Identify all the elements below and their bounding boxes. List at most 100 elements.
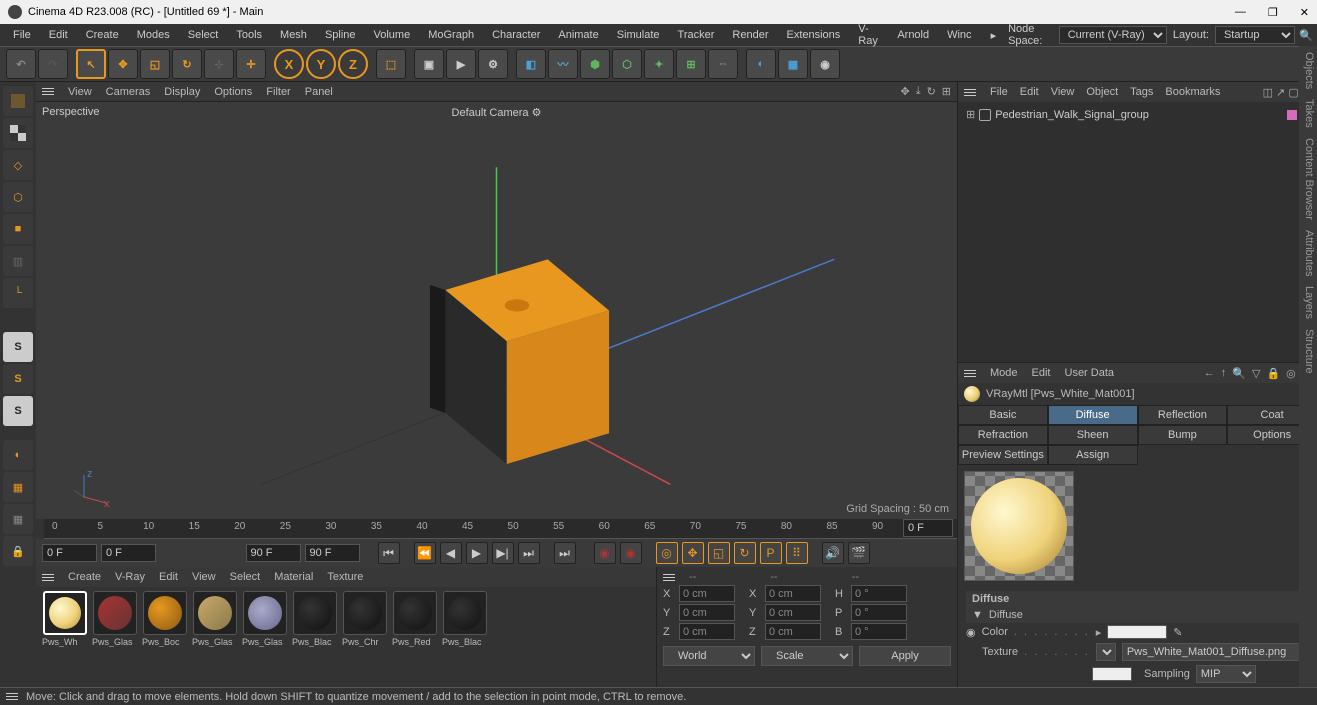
size-x[interactable]: [765, 585, 821, 602]
coord-z[interactable]: [679, 623, 735, 640]
mat-menu-texture[interactable]: Texture: [327, 571, 363, 583]
menu-winc[interactable]: Winc: [938, 26, 980, 44]
obj-menu-bookmarks[interactable]: Bookmarks: [1165, 86, 1220, 98]
live-select-tool[interactable]: ↖: [76, 49, 106, 79]
scale-tool[interactable]: ◱: [140, 49, 170, 79]
frame-field-3[interactable]: [246, 544, 301, 562]
material-swatch[interactable]: Pws_Glas: [192, 591, 238, 683]
close-button[interactable]: ✕: [1300, 6, 1309, 19]
size-y[interactable]: [765, 604, 821, 621]
rot-b[interactable]: [851, 623, 907, 640]
tab-preview-settings[interactable]: Preview Settings: [958, 445, 1048, 465]
menu-mesh[interactable]: Mesh: [271, 26, 316, 44]
key-pla[interactable]: P: [760, 542, 782, 564]
snap-s1[interactable]: S: [3, 332, 33, 362]
sidetab-content-browser[interactable]: Content Browser: [1301, 138, 1315, 220]
material-swatch[interactable]: Pws_Red: [392, 591, 438, 683]
obj-menu-edit[interactable]: Edit: [1020, 86, 1039, 98]
polygon-mode[interactable]: ■: [3, 214, 33, 244]
menu-v-ray[interactable]: V-Ray: [849, 20, 888, 50]
key-param[interactable]: ↻: [734, 542, 756, 564]
menu-select[interactable]: Select: [179, 26, 228, 44]
nav-back[interactable]: ←: [1204, 367, 1215, 380]
node-space-dropdown[interactable]: Current (V-Ray): [1059, 26, 1167, 44]
vp-icon-1[interactable]: ✥: [900, 85, 909, 98]
next-frame[interactable]: ▶|: [492, 542, 514, 564]
menu-render[interactable]: Render: [723, 26, 777, 44]
diffuse-color[interactable]: [1107, 625, 1167, 639]
size-z[interactable]: [765, 623, 821, 640]
vp-menu-cameras[interactable]: Cameras: [106, 86, 151, 98]
mat-menu-view[interactable]: View: [192, 571, 216, 583]
coord-x[interactable]: [679, 585, 735, 602]
mat-menu-select[interactable]: Select: [230, 571, 261, 583]
obj-menu-file[interactable]: File: [990, 86, 1008, 98]
rot-p[interactable]: [851, 604, 907, 621]
menu-arnold[interactable]: Arnold: [888, 26, 938, 44]
mat-menu-edit[interactable]: Edit: [159, 571, 178, 583]
frame-field-2[interactable]: [101, 544, 156, 562]
material-swatch[interactable]: Pws_Glas: [242, 591, 288, 683]
search-icon[interactable]: 🔍: [1299, 29, 1313, 42]
render-picture[interactable]: ▶: [446, 49, 476, 79]
goto-next-key[interactable]: ⏭: [518, 542, 540, 564]
camera-tool[interactable]: ▦: [778, 49, 808, 79]
vp-icon-3[interactable]: ↻: [927, 85, 936, 98]
y-axis-toggle[interactable]: Y: [306, 49, 336, 79]
environment[interactable]: ◐: [746, 49, 776, 79]
x-axis-toggle[interactable]: X: [274, 49, 304, 79]
menu-tracker[interactable]: Tracker: [669, 26, 724, 44]
z-axis-toggle[interactable]: Z: [338, 49, 368, 79]
spline-primitive[interactable]: 〰: [548, 49, 578, 79]
obj-menu-tags[interactable]: Tags: [1130, 86, 1153, 98]
material-swatch[interactable]: Pws_Glas: [92, 591, 138, 683]
attr-menu-mode[interactable]: Mode: [990, 367, 1018, 379]
uv-mode[interactable]: ▥: [3, 246, 33, 276]
mat-menu-material[interactable]: Material: [274, 571, 313, 583]
tab-diffuse[interactable]: Diffuse: [1048, 405, 1138, 425]
snap-s2[interactable]: S: [3, 364, 33, 394]
sidetab-layers[interactable]: Layers: [1301, 286, 1315, 319]
layout-dropdown[interactable]: Startup: [1215, 26, 1295, 44]
tab-refraction[interactable]: Refraction: [958, 425, 1048, 445]
workplane-btn[interactable]: ◐: [3, 440, 33, 470]
obj-hamburger[interactable]: [964, 89, 976, 96]
nav-lock[interactable]: 🔒: [1266, 367, 1280, 380]
coord-scale[interactable]: Scale: [761, 646, 853, 666]
snap-grid2[interactable]: ▦: [3, 504, 33, 534]
render-settings[interactable]: ⚙: [478, 49, 508, 79]
generator[interactable]: ⬢: [580, 49, 610, 79]
material-swatch[interactable]: Pws_Wh: [42, 591, 88, 683]
key-pos[interactable]: ◎: [656, 542, 678, 564]
menu-create[interactable]: Create: [77, 26, 128, 44]
cube-primitive[interactable]: ◧: [516, 49, 546, 79]
material-swatch[interactable]: Pws_Blac: [292, 591, 338, 683]
nav-new[interactable]: ◎: [1286, 367, 1296, 380]
rot-h[interactable]: [851, 585, 907, 602]
timeline-ruler[interactable]: 051015202530354045505560657075808590: [44, 519, 957, 539]
snap-s3[interactable]: S: [3, 396, 33, 426]
goto-prev-key[interactable]: ⏪: [414, 542, 436, 564]
snap-grid[interactable]: ▦: [3, 472, 33, 502]
menu-spline[interactable]: Spline: [316, 26, 365, 44]
apply-button[interactable]: Apply: [859, 646, 951, 666]
hamburger-icon[interactable]: [42, 88, 54, 95]
light-tool[interactable]: ◉: [810, 49, 840, 79]
mograph[interactable]: ⊞: [676, 49, 706, 79]
attr-menu-user-data[interactable]: User Data: [1065, 367, 1115, 379]
recent-tool[interactable]: ⊹: [204, 49, 234, 79]
play[interactable]: ▶: [466, 542, 488, 564]
mat-hamburger[interactable]: [42, 574, 54, 581]
object-tree[interactable]: ⊞ Pedestrian_Walk_Signal_group ⠿: [958, 102, 1317, 362]
frame-field-4[interactable]: [305, 544, 360, 562]
menu-character[interactable]: Character: [483, 26, 549, 44]
render-view[interactable]: ▣: [414, 49, 444, 79]
workplane-mode[interactable]: ◇: [3, 150, 33, 180]
rotate-tool[interactable]: ↻: [172, 49, 202, 79]
material-preview[interactable]: [964, 471, 1074, 581]
tab-sheen[interactable]: Sheen: [1048, 425, 1138, 445]
tab-basic[interactable]: Basic: [958, 405, 1048, 425]
vp-icon-4[interactable]: ⊞: [942, 85, 951, 98]
nav-filter[interactable]: ▽: [1252, 367, 1260, 380]
minimize-button[interactable]: —: [1235, 6, 1246, 19]
